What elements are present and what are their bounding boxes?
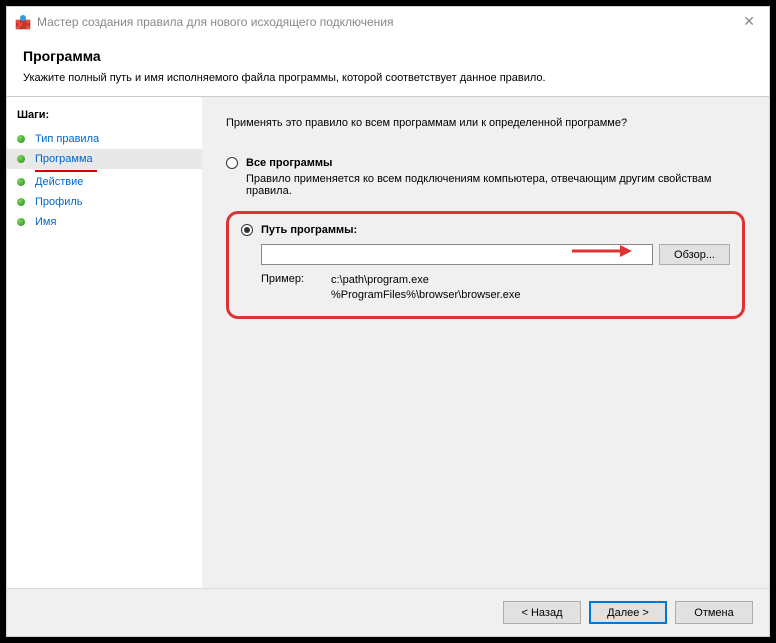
wizard-header: Программа Укажите полный путь и имя испо… xyxy=(7,36,769,96)
steps-header: Шаги: xyxy=(7,105,202,129)
next-button[interactable]: Далее > xyxy=(589,601,667,624)
radio-icon xyxy=(226,157,238,169)
example-row: Пример: c:\path\program.exe %ProgramFile… xyxy=(261,273,730,304)
radio-label: Путь программы: xyxy=(261,224,357,236)
content-panel: Применять это правило ко всем программам… xyxy=(202,97,769,588)
radio-all-desc: Правило применяется ко всем подключениям… xyxy=(246,173,745,197)
sidebar-item-program[interactable]: Программа xyxy=(7,149,202,169)
question-text: Применять это правило ко всем программам… xyxy=(226,117,745,129)
sidebar-item-action[interactable]: Действие xyxy=(7,172,202,192)
back-button[interactable]: < Назад xyxy=(503,601,581,624)
program-path-input[interactable] xyxy=(261,244,653,265)
step-bullet-icon xyxy=(17,155,25,163)
sidebar-item-name[interactable]: Имя xyxy=(7,212,202,232)
step-bullet-icon xyxy=(17,218,25,226)
example-text: c:\path\program.exe %ProgramFiles%\brows… xyxy=(331,273,521,304)
example-line-1: c:\path\program.exe xyxy=(331,273,521,288)
radio-label: Все программы xyxy=(246,157,332,169)
radio-icon xyxy=(241,224,253,236)
example-label: Пример: xyxy=(261,273,331,304)
page-description: Укажите полный путь и имя исполняемого ф… xyxy=(23,72,753,84)
steps-sidebar: Шаги: Тип правила Программа Действие Про… xyxy=(7,97,202,588)
example-line-2: %ProgramFiles%\browser\browser.exe xyxy=(331,288,521,303)
sidebar-item-label: Имя xyxy=(35,216,56,228)
wizard-footer: < Назад Далее > Отмена xyxy=(7,588,769,636)
cancel-button[interactable]: Отмена xyxy=(675,601,753,624)
sidebar-item-label: Действие xyxy=(35,176,83,188)
sidebar-item-label: Тип правила xyxy=(35,133,99,145)
step-bullet-icon xyxy=(17,198,25,206)
step-bullet-icon xyxy=(17,178,25,186)
sidebar-item-profile[interactable]: Профиль xyxy=(7,192,202,212)
wizard-body: Шаги: Тип правила Программа Действие Про… xyxy=(7,96,769,588)
sidebar-item-label: Программа xyxy=(35,153,93,165)
radio-all-programs[interactable]: Все программы xyxy=(226,157,745,169)
page-title: Программа xyxy=(23,48,753,64)
radio-program-path[interactable]: Путь программы: xyxy=(241,224,730,236)
sidebar-item-rule-type[interactable]: Тип правила xyxy=(7,129,202,149)
sidebar-item-label: Профиль xyxy=(35,196,83,208)
browse-button[interactable]: Обзор... xyxy=(659,244,730,265)
window-title: Мастер создания правила для нового исход… xyxy=(37,15,737,29)
annotation-highlight-box: Путь программы: Обзор... Пример: c:\path… xyxy=(226,211,745,319)
wizard-window: Мастер создания правила для нового исход… xyxy=(6,6,770,637)
step-bullet-icon xyxy=(17,135,25,143)
path-row: Обзор... xyxy=(261,244,730,265)
close-icon[interactable]: ✕ xyxy=(737,13,761,30)
firewall-icon xyxy=(15,14,31,30)
titlebar: Мастер создания правила для нового исход… xyxy=(7,7,769,36)
